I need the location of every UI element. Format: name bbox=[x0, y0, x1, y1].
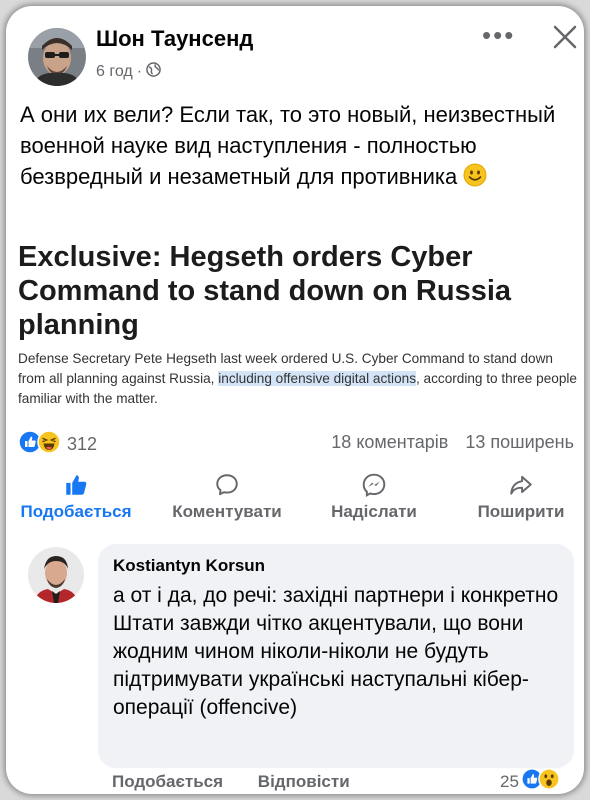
comment-reactions[interactable]: 25 bbox=[500, 768, 560, 794]
article-description: Defense Secretary Pete Hegseth last week… bbox=[18, 349, 583, 409]
post-meta: 6 год · bbox=[96, 62, 161, 82]
author-avatar[interactable] bbox=[28, 28, 86, 86]
share-icon bbox=[468, 468, 574, 502]
comments-count[interactable]: 18 коментарів bbox=[331, 432, 448, 452]
comment-actions: Подобається Відповісти bbox=[112, 772, 350, 792]
comment-icon bbox=[162, 468, 292, 502]
comment-like-button[interactable]: Подобається bbox=[112, 772, 223, 791]
send-button[interactable]: Надіслати bbox=[322, 468, 426, 522]
author-name[interactable]: Шон Таунсенд bbox=[96, 26, 253, 52]
comment-bubble: Kostiantyn Korsun а от і да, до речі: за… bbox=[98, 544, 574, 768]
comment-text: а от і да, до речі: західні партнери і к… bbox=[113, 584, 559, 719]
post-stats: 18 коментарів 13 поширень bbox=[331, 432, 574, 453]
like-button[interactable]: Подобається bbox=[12, 468, 140, 522]
post-time[interactable]: 6 год bbox=[96, 63, 133, 81]
post-card: Шон Таунсенд 6 год · ••• А они их вели? … bbox=[6, 6, 584, 794]
share-button[interactable]: Поширити bbox=[468, 468, 574, 522]
reactions-summary[interactable]: 312 bbox=[18, 430, 97, 459]
comment-reactions-count: 25 bbox=[500, 771, 519, 791]
share-button-label: Поширити bbox=[477, 502, 565, 521]
shares-count[interactable]: 13 поширень bbox=[465, 432, 574, 452]
action-bar: Подобається Коментувати Надіслати Пошири… bbox=[6, 468, 584, 538]
reactions-count: 312 bbox=[67, 434, 98, 454]
send-button-label: Надіслати bbox=[331, 502, 417, 521]
messenger-icon bbox=[322, 468, 426, 502]
wow-reaction-icon bbox=[538, 768, 560, 794]
smile-emoji bbox=[463, 163, 487, 187]
comment-author[interactable]: Kostiantyn Korsun bbox=[113, 556, 265, 576]
commenter-avatar[interactable] bbox=[28, 547, 84, 603]
like-button-label: Подобається bbox=[20, 502, 132, 521]
comment-button[interactable]: Коментувати bbox=[162, 468, 292, 522]
post-text: А они их вели? Если так, то это новый, н… bbox=[20, 99, 576, 192]
like-icon bbox=[12, 468, 140, 502]
meta-separator: · bbox=[136, 63, 143, 80]
comment-reply-button[interactable]: Відповісти bbox=[258, 772, 350, 791]
haha-reaction-icon bbox=[37, 430, 61, 459]
article-title[interactable]: Exclusive: Hegseth orders Cyber Command … bbox=[18, 240, 578, 342]
more-icon[interactable]: ••• bbox=[482, 20, 515, 51]
article-desc-highlight: including offensive digital actions bbox=[218, 371, 416, 386]
comment-button-label: Коментувати bbox=[172, 502, 282, 521]
globe-icon bbox=[146, 62, 161, 82]
close-icon[interactable] bbox=[550, 22, 580, 52]
